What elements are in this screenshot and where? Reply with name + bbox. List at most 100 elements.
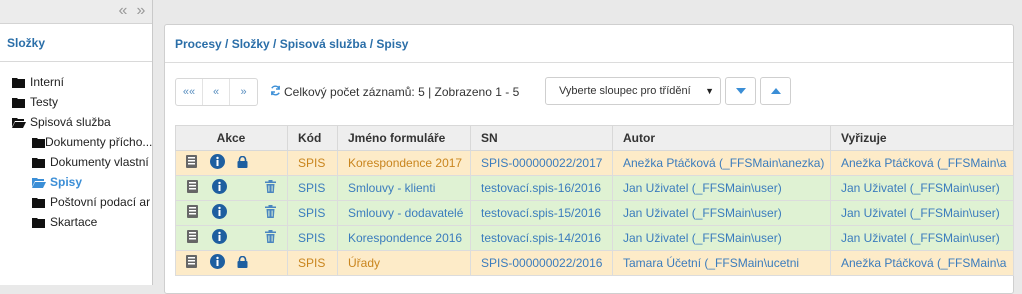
tree-item-label: Spisová služba [30, 115, 111, 129]
next-page-button[interactable]: » [230, 79, 257, 105]
dropdown-caret-icon: ▼ [705, 86, 714, 96]
collapse-left-button[interactable]: « [116, 3, 130, 19]
cell-sn: testovací.spis-14/2016 [470, 225, 613, 251]
folder-icon [32, 137, 45, 148]
row-actions [175, 225, 288, 251]
cell-autor: Anežka Ptáčková (_FFSMain\anezka) [612, 150, 831, 176]
cell-jmeno[interactable]: Korespondence 2017 [337, 150, 471, 176]
cell-autor: Jan Uživatel (_FFSMain\user) [612, 175, 831, 201]
refresh-icon[interactable] [270, 85, 281, 99]
row-actions [175, 200, 288, 226]
tree-item-label: Skartace [50, 215, 98, 229]
folder-icon [12, 77, 30, 88]
cell-autor: Tamara Účetní (_FFSMain\ucetni [612, 250, 831, 276]
document-icon[interactable] [187, 230, 199, 246]
info-icon[interactable] [211, 229, 227, 247]
folder-icon [32, 157, 50, 168]
table-row[interactable]: SPIS Úřady SPIS-000000022/2016 Tamara Úč… [175, 250, 1014, 276]
col-header-kod[interactable]: Kód [287, 125, 338, 151]
cell-kod: SPIS [287, 150, 338, 176]
cell-jmeno[interactable]: Smlouvy - klienti [337, 175, 471, 201]
cell-sn: SPIS-000000022/2016 [470, 250, 613, 276]
tree-item-spisova-sluzba[interactable]: Spisová služba [12, 112, 152, 132]
cell-sn: testovací.spis-16/2016 [470, 175, 613, 201]
cell-jmeno[interactable]: Korespondence 2016 [337, 225, 471, 251]
lock-icon[interactable] [237, 155, 248, 171]
cell-sn: SPIS-000000022/2017 [470, 150, 613, 176]
tree-item-label: Testy [30, 95, 59, 109]
info-icon[interactable] [211, 204, 227, 222]
tree-item-postovni-podaci-arch[interactable]: Poštovní podací ar [12, 192, 152, 212]
cell-autor: Jan Uživatel (_FFSMain\user) [612, 225, 831, 251]
table-row[interactable]: SPIS Korespondence 2017 SPIS-000000022/2… [175, 150, 1014, 176]
cell-kod: SPIS [287, 225, 338, 251]
sort-descending-button[interactable] [725, 77, 756, 105]
tree-item-spisy[interactable]: Spisy [12, 172, 152, 192]
tree-item-label: Poštovní podací ar [50, 195, 151, 209]
trash-icon[interactable] [264, 230, 276, 246]
table-row[interactable]: SPIS Korespondence 2016 testovací.spis-1… [175, 225, 1014, 251]
col-header-akce[interactable]: Akce [175, 125, 288, 151]
document-icon[interactable] [185, 155, 197, 171]
table-row[interactable]: SPIS Smlouvy - klienti testovací.spis-16… [175, 175, 1014, 201]
collapse-right-button[interactable]: » [134, 3, 148, 19]
breadcrumb[interactable]: Procesy / Složky / Spisová služba / Spis… [165, 25, 1013, 63]
info-icon[interactable] [210, 254, 226, 272]
collapse-bar: « » [0, 0, 152, 24]
col-header-sn[interactable]: SN [470, 125, 613, 151]
cell-autor: Jan Uživatel (_FFSMain\user) [612, 200, 831, 226]
document-icon[interactable] [187, 180, 199, 196]
folder-panel: « » Složky Interní Testy Spisová služba [0, 0, 153, 285]
document-icon[interactable] [187, 205, 199, 221]
cell-vyrizuje: Jan Uživatel (_FFSMain\user) [830, 200, 1014, 226]
folder-icon [32, 197, 50, 208]
tree-item-label: Interní [30, 75, 65, 89]
tree-item-testy[interactable]: Testy [12, 92, 152, 112]
tree-item-label: Spisy [50, 175, 83, 189]
tree-item-skartace[interactable]: Skartace [12, 212, 152, 232]
cell-kod: SPIS [287, 200, 338, 226]
sort-ascending-button[interactable] [760, 77, 791, 105]
row-actions [175, 150, 288, 176]
trash-icon[interactable] [264, 205, 276, 221]
lock-icon[interactable] [237, 255, 248, 271]
trash-icon[interactable] [264, 180, 276, 196]
records-table: Akce Kód Jméno formuláře SN Autor Vyřizu… [175, 125, 1014, 276]
sort-select-placeholder: Vyberte sloupec pro třídění [559, 85, 691, 97]
cell-vyrizuje: Anežka Ptáčková (_FFSMain\a [830, 150, 1014, 176]
tree-item-dokumenty-vlastni[interactable]: Dokumenty vlastní [12, 152, 152, 172]
table-row[interactable]: SPIS Smlouvy - dodavatelé testovací.spis… [175, 200, 1014, 226]
pager-toolbar: «« « » Celkový počet záznamů: 5 | Zobraz… [175, 77, 519, 107]
cell-vyrizuje: Jan Uživatel (_FFSMain\user) [830, 225, 1014, 251]
folder-open-icon [32, 177, 50, 188]
content-panel: Procesy / Složky / Spisová služba / Spis… [164, 24, 1014, 294]
folders-title: Složky [0, 24, 152, 62]
folder-icon [12, 97, 30, 108]
tree-item-dokumenty-prichozi[interactable]: Dokumenty přícho... [12, 132, 152, 152]
tree-item-label: Dokumenty vlastní [50, 155, 149, 169]
col-header-jmeno[interactable]: Jméno formuláře [337, 125, 471, 151]
first-page-button[interactable]: «« [176, 79, 203, 105]
col-header-vyrizuje[interactable]: Vyřizuje [830, 125, 1014, 151]
folder-tree: Interní Testy Spisová služba Dokumenty p… [0, 62, 152, 232]
cell-vyrizuje: Anežka Ptáčková (_FFSMain\a [830, 250, 1014, 276]
cell-kod: SPIS [287, 175, 338, 201]
document-icon[interactable] [185, 255, 197, 271]
prev-page-button[interactable]: « [203, 79, 230, 105]
caret-down-icon [735, 88, 746, 94]
record-count: Celkový počet záznamů: 5 | Zobrazeno 1 -… [284, 85, 520, 99]
cell-jmeno[interactable]: Smlouvy - dodavatelé [337, 200, 471, 226]
cell-sn: testovací.spis-15/2016 [470, 200, 613, 226]
table-header-row: Akce Kód Jméno formuláře SN Autor Vyřizu… [175, 125, 1014, 151]
folder-open-icon [12, 117, 30, 128]
info-icon[interactable] [210, 154, 226, 172]
col-header-autor[interactable]: Autor [612, 125, 831, 151]
pager: «« « » [175, 78, 258, 106]
folder-icon [32, 217, 50, 228]
row-actions [175, 250, 288, 276]
sort-column-select[interactable]: Vyberte sloupec pro třídění ▼ [545, 77, 721, 105]
caret-up-icon [770, 88, 781, 94]
info-icon[interactable] [211, 179, 227, 197]
tree-item-interni[interactable]: Interní [12, 72, 152, 92]
cell-jmeno[interactable]: Úřady [337, 250, 471, 276]
